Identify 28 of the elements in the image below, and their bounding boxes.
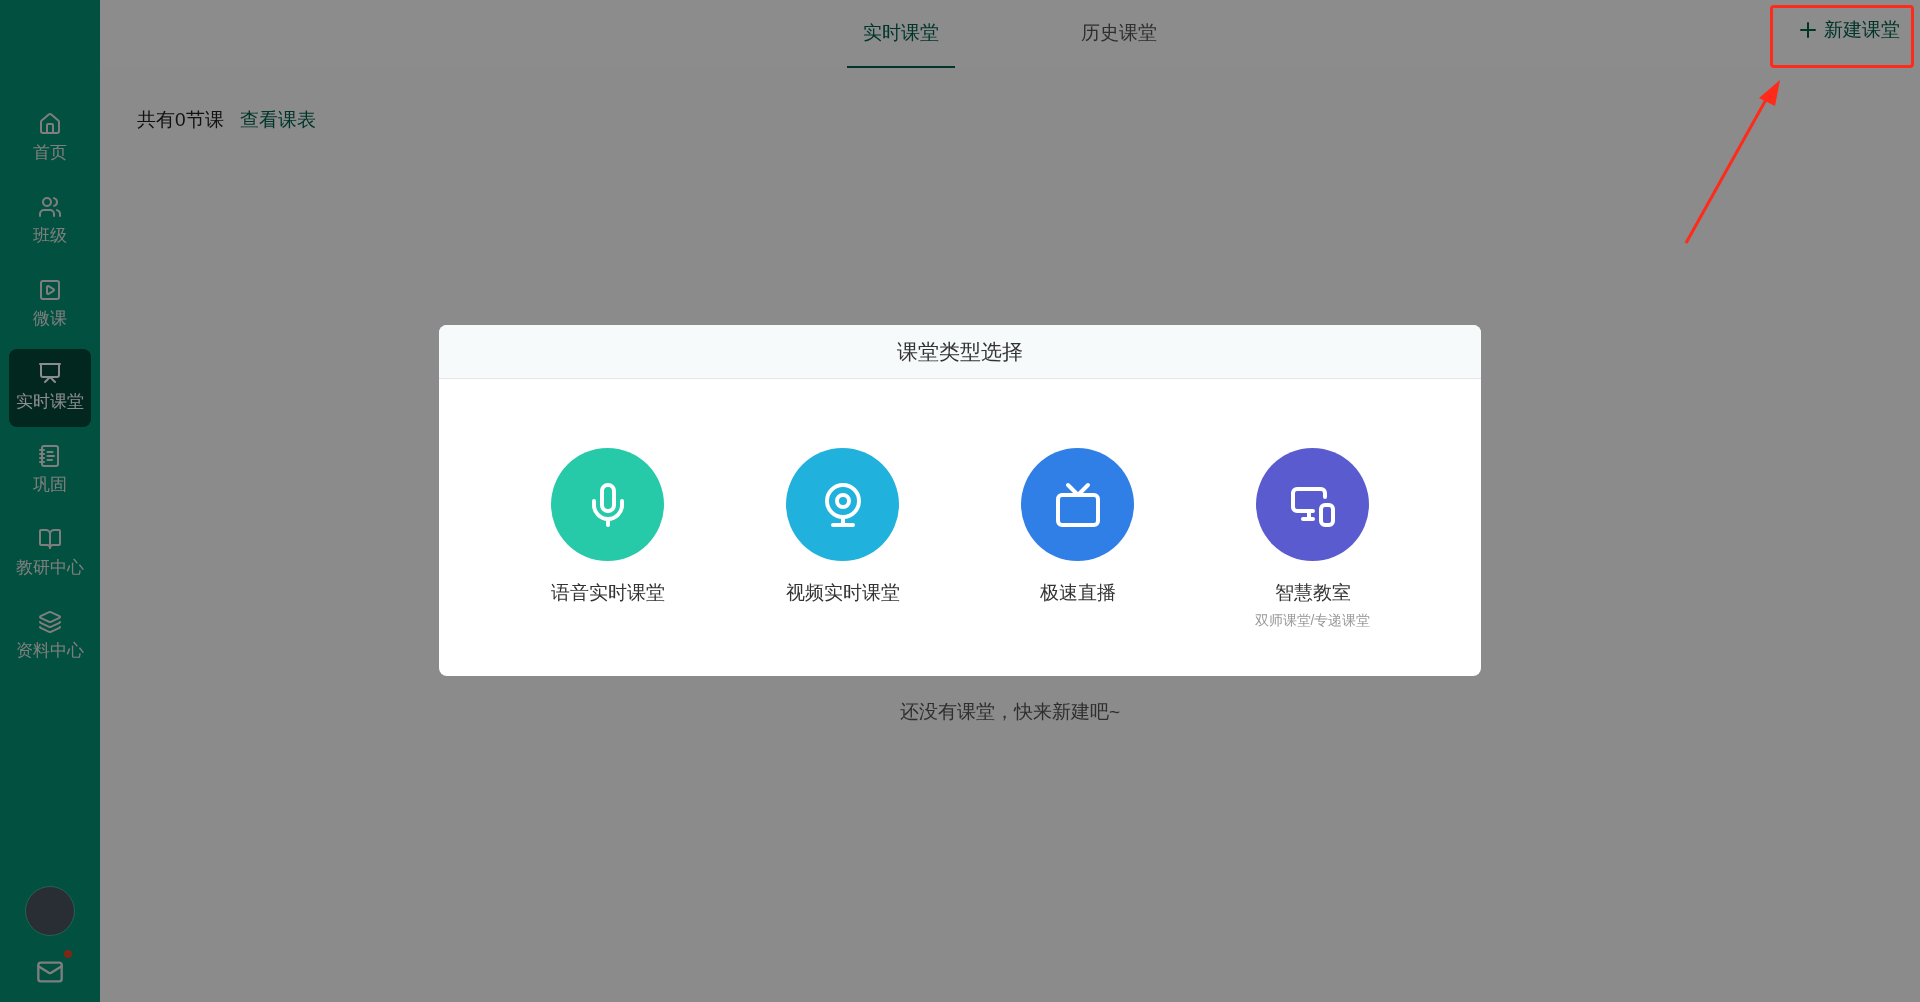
sidebar-item[interactable]: 班级 <box>9 183 91 261</box>
tab[interactable]: 历史课堂 <box>1065 0 1173 68</box>
people-icon <box>38 195 62 220</box>
avatar[interactable] <box>25 886 75 936</box>
classroom-type-option[interactable]: 智慧教室 双师课堂/专递课堂 <box>1255 448 1370 676</box>
modal-title: 课堂类型选择 <box>897 338 1023 365</box>
play-screen-icon <box>38 278 62 303</box>
classroom-type-option[interactable]: 极速直播 <box>1020 448 1135 676</box>
new-classroom-button[interactable]: 新建课堂 <box>1788 12 1908 49</box>
classroom-type-option[interactable]: 语音实时课堂 <box>550 448 665 676</box>
classroom-type-option[interactable]: 视频实时课堂 <box>785 448 900 676</box>
home-icon <box>38 112 62 137</box>
option-subtitle: 双师课堂/专递课堂 <box>1254 610 1371 630</box>
tv-icon <box>1053 480 1102 529</box>
empty-message: 还没有课堂，快来新建吧~ <box>899 699 1121 724</box>
lesson-count: 共有0节课 <box>137 108 224 132</box>
book-icon <box>38 527 62 552</box>
sidebar-item[interactable]: 巩固 <box>9 432 91 510</box>
timetable-link[interactable]: 查看课表 <box>239 106 316 135</box>
sidebar-item[interactable]: 首页 <box>9 100 91 178</box>
layers-icon <box>38 610 62 635</box>
tab[interactable]: 实时课堂 <box>847 0 955 68</box>
sidebar-item[interactable]: 资料中心 <box>9 598 91 676</box>
sidebar-item[interactable]: 教研中心 <box>9 515 91 593</box>
sidebar-item[interactable]: 微课 <box>9 266 91 344</box>
notebook-icon <box>38 444 62 469</box>
sidebar-item[interactable]: 实时课堂 <box>9 349 91 427</box>
easel-icon <box>38 361 62 386</box>
